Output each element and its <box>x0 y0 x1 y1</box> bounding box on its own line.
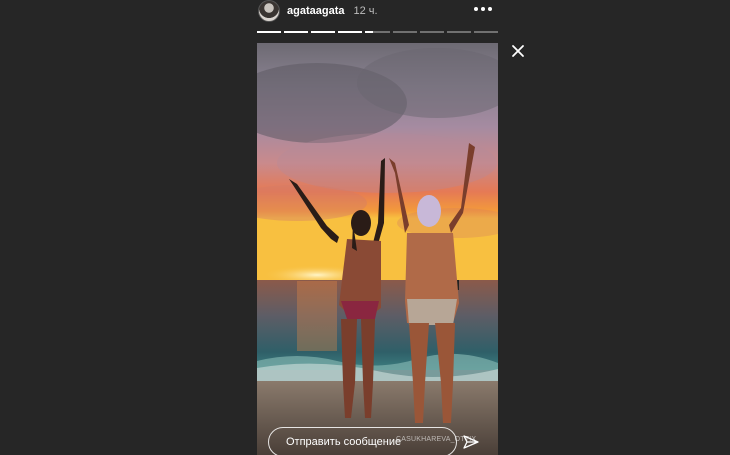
progress-fill <box>365 31 373 33</box>
progress-fill <box>284 31 309 33</box>
story-progress-bar <box>257 31 498 33</box>
story-viewer: agataagata 12 ч. Отправить сообщение CAS… <box>0 0 730 455</box>
story-image[interactable] <box>257 43 498 455</box>
username[interactable]: agataagata <box>287 5 344 17</box>
more-options-button[interactable] <box>474 4 492 14</box>
progress-segment <box>473 31 498 33</box>
progress-segment <box>338 31 363 33</box>
beach-sunset-photo <box>257 43 498 455</box>
send-icon <box>463 435 479 449</box>
progress-segment <box>419 31 444 33</box>
progress-segment <box>392 31 417 33</box>
close-icon <box>512 45 524 57</box>
progress-segment <box>311 31 336 33</box>
progress-segment <box>257 31 282 33</box>
progress-fill <box>311 31 336 33</box>
progress-segment <box>284 31 309 33</box>
send-message-button[interactable] <box>462 433 480 451</box>
post-time: 12 ч. <box>353 5 378 17</box>
reply-placeholder: Отправить сообщение <box>286 436 402 448</box>
close-button[interactable] <box>510 43 526 59</box>
dot-icon <box>488 7 492 11</box>
progress-segment <box>365 31 390 33</box>
avatar[interactable] <box>258 0 280 22</box>
progress-fill <box>257 31 282 33</box>
story-header: agataagata 12 ч. <box>257 0 498 22</box>
dot-icon <box>481 7 485 11</box>
progress-fill <box>338 31 363 33</box>
progress-segment <box>446 31 471 33</box>
dot-icon <box>474 7 478 11</box>
